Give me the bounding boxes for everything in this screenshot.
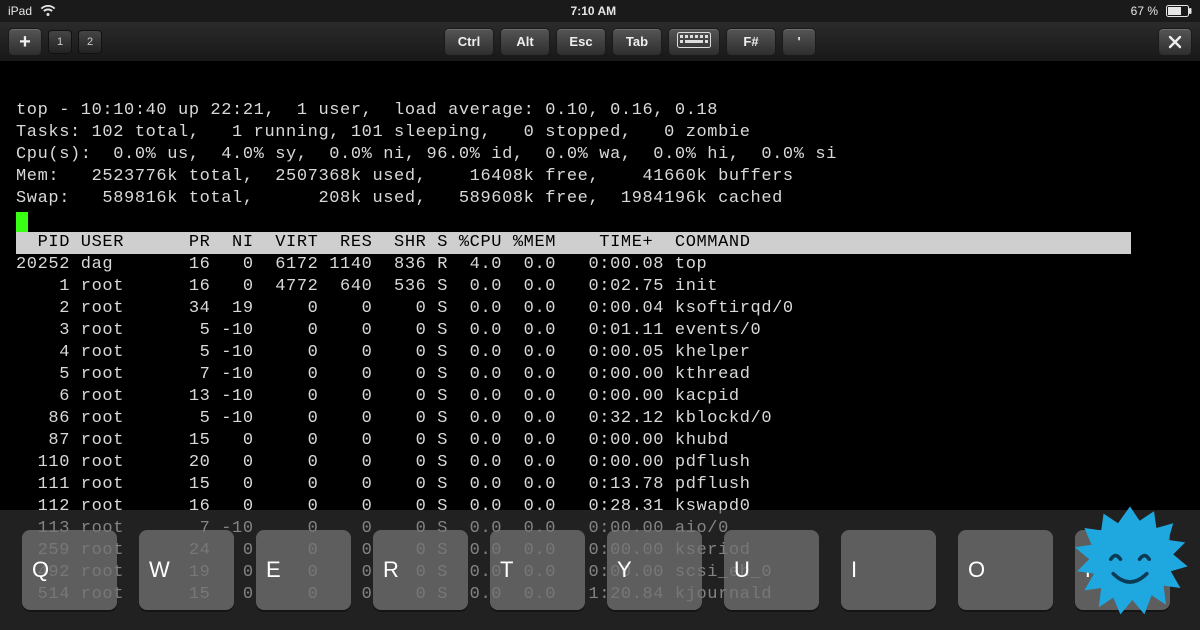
close-icon <box>1168 35 1182 49</box>
top-column-header: PID USER PR NI VIRT RES SHR S %CPU %MEM … <box>16 232 1131 254</box>
ios-status-bar: iPad 7:10 AM 67 % <box>0 0 1200 22</box>
battery-icon <box>1166 5 1192 17</box>
top-cpu-line: Cpu(s): 0.0% us, 4.0% sy, 0.0% ni, 96.0%… <box>16 145 837 164</box>
device-label: iPad <box>8 4 32 18</box>
terminal-cursor <box>16 212 28 232</box>
battery-pct: 67 % <box>1131 4 1158 18</box>
process-row: 87 root 15 0 0 0 0 S 0.0 0.0 0:00.00 khu… <box>16 431 729 450</box>
status-time: 7:10 AM <box>571 4 617 18</box>
process-row: 111 root 15 0 0 0 0 S 0.0 0.0 0:13.78 pd… <box>16 475 751 494</box>
soft-key-q[interactable]: Q <box>22 530 117 610</box>
process-row: 2 root 34 19 0 0 0 S 0.0 0.0 0:00.04 kso… <box>16 299 794 318</box>
new-session-button[interactable]: + <box>8 28 42 56</box>
soft-key-w[interactable]: W <box>139 530 234 610</box>
process-row: 1 root 16 0 4772 640 536 S 0.0 0.0 0:02.… <box>16 277 718 296</box>
apostrophe-key-button[interactable]: ' <box>782 28 816 56</box>
wifi-icon <box>40 5 56 17</box>
alt-key-button[interactable]: Alt <box>500 28 550 56</box>
soft-key-y[interactable]: Y <box>607 530 702 610</box>
soft-key-u[interactable]: U <box>724 530 819 610</box>
process-row: 86 root 5 -10 0 0 0 S 0.0 0.0 0:32.12 kb… <box>16 409 772 428</box>
top-mem-line: Mem: 2523776k total, 2507368k used, 1640… <box>16 167 794 186</box>
soft-keyboard[interactable]: QWERTYUIOP <box>0 510 1200 630</box>
soft-key-e[interactable]: E <box>256 530 351 610</box>
esc-key-button[interactable]: Esc <box>556 28 606 56</box>
top-uptime-line: top - 10:10:40 up 22:21, 1 user, load av… <box>16 101 718 120</box>
top-tasks-line: Tasks: 102 total, 1 running, 101 sleepin… <box>16 123 751 142</box>
process-row: 110 root 20 0 0 0 0 S 0.0 0.0 0:00.00 pd… <box>16 453 751 472</box>
top-swap-line: Swap: 589816k total, 208k used, 589608k … <box>16 189 783 208</box>
soft-key-i[interactable]: I <box>841 530 936 610</box>
session-tab-2[interactable]: 2 <box>78 30 102 54</box>
process-row: 3 root 5 -10 0 0 0 S 0.0 0.0 0:01.11 eve… <box>16 321 761 340</box>
ctrl-key-button[interactable]: Ctrl <box>444 28 494 56</box>
process-row: 20252 dag 16 0 6172 1140 836 R 4.0 0.0 0… <box>16 255 707 274</box>
fn-key-button[interactable]: F# <box>726 28 776 56</box>
tab-key-button[interactable]: Tab <box>612 28 662 56</box>
process-row: 6 root 13 -10 0 0 0 S 0.0 0.0 0:00.00 ka… <box>16 387 740 406</box>
soft-key-t[interactable]: T <box>490 530 585 610</box>
soft-key-o[interactable]: O <box>958 530 1053 610</box>
keyboard-toggle-button[interactable] <box>668 28 720 56</box>
ssh-app-toolbar: + 1 2 Ctrl Alt Esc Tab F# ' <box>0 22 1200 62</box>
process-row: 5 root 7 -10 0 0 0 S 0.0 0.0 0:00.00 kth… <box>16 365 751 384</box>
session-tab-1[interactable]: 1 <box>48 30 72 54</box>
close-session-button[interactable] <box>1158 28 1192 56</box>
soft-key-r[interactable]: R <box>373 530 468 610</box>
keyboard-icon <box>677 32 711 51</box>
process-row: 4 root 5 -10 0 0 0 S 0.0 0.0 0:00.05 khe… <box>16 343 751 362</box>
mascot-sticker <box>1070 504 1190 624</box>
